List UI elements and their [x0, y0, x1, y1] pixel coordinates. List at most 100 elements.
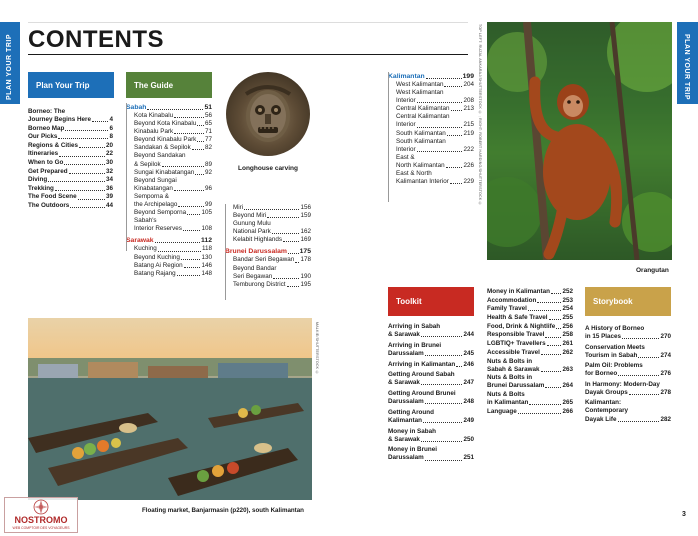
toc-leader-dots — [176, 274, 201, 276]
toc-entry-title: When to Go — [28, 159, 64, 167]
toc-entry[interactable]: Kota Kinabalu 56 — [126, 112, 212, 120]
toc-entry[interactable]: Temburong District 195 — [225, 281, 311, 289]
floating-market-illustration — [28, 358, 312, 500]
region-heading[interactable]: Kalimantan 199 — [388, 72, 474, 81]
region-heading[interactable]: Sarawak 112 — [126, 236, 212, 245]
toc-entry[interactable]: Money in Sabah & Sarawak 250 — [388, 428, 474, 444]
toc-entry[interactable]: Borneo Map 6 — [28, 125, 113, 133]
toc-entry[interactable]: Language 266 — [487, 408, 573, 416]
guide-column-kalimantan: Kalimantan 199 West Kalimantan 204 West Kali… — [388, 72, 474, 186]
toc-entry[interactable]: West Kalimantan Interior 208 — [388, 89, 474, 105]
toc-entry[interactable]: Sungai Kinabatangan 92 — [126, 169, 212, 177]
toc-entry[interactable]: In Harmony: Modern-Day Dayak Groups 278 — [585, 381, 671, 397]
toc-entry[interactable]: East & North Kalimantan 226 — [388, 154, 474, 170]
toc-entry[interactable]: Batang Ai Region 146 — [126, 262, 212, 270]
toc-entry[interactable]: Central Kalimantan Interior 215 — [388, 113, 474, 129]
toc-entry[interactable]: Bandar Seri Begawan 178 — [225, 256, 311, 264]
toc-entry[interactable]: Semporna & the Archipelago 99 — [126, 193, 212, 209]
longhouse-carving-image — [226, 72, 310, 156]
toc-page-number: 250 — [463, 435, 474, 443]
toc-entry-title: Kota Kinabalu — [134, 112, 174, 119]
toc-entry-line: Kalimantan: — [585, 399, 622, 407]
toc-entry[interactable]: Getting Around Kalimantan 249 — [388, 409, 474, 425]
toc-entry[interactable]: Central Kalimantan 213 — [388, 105, 474, 113]
toc-entry[interactable]: Beyond Kuching 130 — [126, 254, 212, 262]
toc-entry[interactable]: Nuts & Bolts in Sabah & Sarawak 263 — [487, 358, 573, 374]
toc-entry[interactable]: Nuts & Bolts in Kalimantan 265 — [487, 391, 573, 407]
toc-entry[interactable]: A History of Borneo in 15 Places 270 — [585, 325, 671, 341]
toc-entry[interactable]: East & North Kalimantan Interior 229 — [388, 170, 474, 186]
toc-entry[interactable]: Kalimantan: Contemporary Dayak Life 282 — [585, 399, 671, 423]
toc-entry[interactable]: Arriving in Brunei Darussalam 245 — [388, 342, 474, 358]
toc-entry-title: in 15 Places — [585, 333, 622, 341]
toc-page-number: 249 — [463, 416, 474, 424]
toc-entry[interactable]: Palm Oil: Problems for Borneo 276 — [585, 362, 671, 378]
toc-entry-title: Interior — [396, 97, 416, 105]
toc-entry[interactable]: The Outdoors 44 — [28, 202, 113, 210]
toc-entry[interactable]: Arriving in Sabah & Sarawak 244 — [388, 323, 474, 339]
toc-leader-dots — [517, 412, 562, 414]
toc-entry[interactable]: Money in Brunei Darussalam 251 — [388, 446, 474, 462]
toc-entry[interactable]: Beyond Kota Kinabalu 65 — [126, 120, 212, 128]
toc-entry[interactable]: Kuching 118 — [126, 245, 212, 253]
toc-entry[interactable]: Accommodation 253 — [487, 297, 573, 305]
toc-entry[interactable]: The Food Scene 39 — [28, 193, 113, 201]
toc-entry[interactable]: Our Picks 8 — [28, 133, 113, 141]
toc-leader-dots — [422, 422, 463, 423]
toc-entry[interactable]: Health & Safe Travel 255 — [487, 314, 573, 322]
toc-entry[interactable]: Miri 156 — [225, 204, 311, 212]
toc-entry[interactable]: Beyond Semporna 105 — [126, 209, 212, 217]
toc-leader-dots — [154, 242, 201, 244]
title-rule — [28, 54, 468, 55]
region-heading[interactable]: Brunei Darussalam 175 — [225, 247, 311, 256]
toc-entry[interactable]: Family Travel 254 — [487, 305, 573, 313]
toc-entry[interactable]: Beyond Sandakan & Sepilok 89 — [126, 152, 212, 168]
toc-leader-dots — [456, 365, 463, 367]
toc-entry-line: Nuts & Bolts in — [487, 374, 533, 382]
toc-entry-line: Arriving in Brunei — [388, 341, 442, 349]
toc-entry[interactable]: Beyond Sungai Kinabatangan 96 — [126, 177, 212, 193]
toc-entry[interactable]: Beyond Bandar Seri Begawan 190 — [225, 265, 311, 281]
region-heading[interactable]: Sabah 51 — [126, 103, 212, 112]
toc-entry[interactable]: Diving 34 — [28, 176, 113, 184]
toc-entry[interactable]: Money in Kalimantan 252 — [487, 288, 573, 296]
toc-entry[interactable]: Arriving in Kalimantan 246 — [388, 361, 474, 369]
toc-entry[interactable]: Beyond Kinabalu Park 77 — [126, 136, 212, 144]
toc-entry[interactable]: Food, Drink & Nightlife 256 — [487, 323, 573, 331]
the-guide-header: The Guide — [126, 72, 212, 98]
toc-entry[interactable]: Nuts & Bolts in Brunei Darussalam 264 — [487, 374, 573, 390]
toc-page-number: 77 — [204, 136, 212, 144]
region-name: Brunei Darussalam — [225, 248, 287, 256]
toc-entry[interactable]: Sandakan & Sepilok 82 — [126, 144, 212, 152]
toc-page-number: 229 — [463, 178, 474, 186]
toc-entry[interactable]: Trekking 36 — [28, 185, 113, 193]
toc-entry[interactable]: Kelabit Highlands 169 — [225, 236, 311, 244]
toc-entry-title: Health & Safe Travel — [487, 314, 548, 322]
toc-entry[interactable]: LGBTIQ+ Travellers 261 — [487, 340, 573, 348]
toc-page-number: 195 — [300, 280, 311, 288]
toc-entry[interactable]: Regions & Cities 20 — [28, 142, 113, 150]
toc-entry[interactable]: Getting Around Sabah & Sarawak 247 — [388, 371, 474, 387]
toc-entry-title: The Outdoors — [28, 202, 70, 210]
toc-page-number: 258 — [562, 331, 573, 339]
toc-entry[interactable]: Itineraries 22 — [28, 150, 113, 158]
toc-entry-title: West Kalimantan — [396, 81, 444, 88]
toc-entry[interactable]: Batang Rajang 148 — [126, 270, 212, 278]
toc-entry[interactable]: South Kalimantan Interior 222 — [388, 138, 474, 154]
toc-entry[interactable]: Getting Around Brunei Darussalam 248 — [388, 390, 474, 406]
toc-entry[interactable]: South Kalimantan 219 — [388, 130, 474, 138]
toc-entry[interactable]: When to Go 30 — [28, 159, 113, 167]
toc-entry[interactable]: Gunung Mulu National Park 162 — [225, 220, 311, 236]
toc-entry[interactable]: Responsible Travel 258 — [487, 331, 573, 339]
toc-entry[interactable]: Kinabalu Park 71 — [126, 128, 212, 136]
toc-entry[interactable]: Get Prepared 32 — [28, 168, 113, 176]
toc-entry[interactable]: Sabah's Interior Reserves 108 — [126, 217, 212, 233]
toc-entry[interactable]: Beyond Miri 159 — [225, 212, 311, 220]
toc-entry[interactable]: West Kalimantan 204 — [388, 81, 474, 89]
toc-page-number: 39 — [105, 193, 113, 201]
toc-leader-dots — [157, 250, 201, 252]
toc-entry[interactable]: Conservation Meets Tourism in Sabah 274 — [585, 344, 671, 360]
toc-entry[interactable]: Borneo: The Journey Begins Here 4 — [28, 108, 113, 124]
toc-entry-title: Dayak Life — [585, 415, 617, 423]
toc-entry[interactable]: Accessible Travel 262 — [487, 349, 573, 357]
